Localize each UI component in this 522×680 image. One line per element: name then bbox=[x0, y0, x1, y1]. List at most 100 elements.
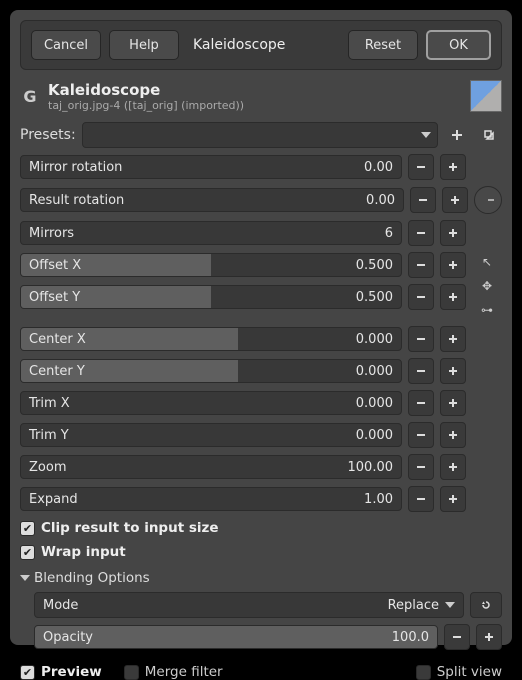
trim-x-increment[interactable] bbox=[440, 390, 466, 416]
center-x-increment[interactable] bbox=[440, 326, 466, 352]
center-x-row: Center X0.000 bbox=[20, 326, 502, 352]
chevron-down-icon bbox=[421, 132, 431, 138]
mode-reset-button[interactable] bbox=[470, 592, 502, 618]
zoom-value: 100.00 bbox=[348, 460, 402, 475]
chevron-down-icon bbox=[445, 602, 455, 608]
center-y-slider[interactable]: Center Y0.000 bbox=[20, 359, 402, 383]
footer: ✔ Preview ✔ Merge filter ✔ Split view bbox=[20, 664, 502, 680]
presets-row: Presets: bbox=[20, 122, 502, 148]
chain-link-icon[interactable]: ⊶ bbox=[476, 300, 498, 320]
offset-y-increment[interactable] bbox=[440, 284, 466, 310]
trim-x-label: Trim X bbox=[21, 396, 70, 411]
mirrors-value: 6 bbox=[385, 226, 401, 241]
expand-row: Expand 1.00 bbox=[20, 486, 502, 512]
preset-manage-button[interactable] bbox=[476, 122, 502, 148]
dialog-button-bar: Cancel Help Kaleidoscope Reset OK bbox=[20, 20, 502, 70]
mirror-rotation-increment[interactable] bbox=[440, 154, 466, 180]
offset-group: Offset X0.500 Offset Y0.500 ↖ ✥ ⊶ bbox=[20, 252, 502, 320]
offset-y-slider[interactable]: Offset Y0.500 bbox=[20, 285, 402, 309]
merge-filter-label: Merge filter bbox=[145, 664, 223, 680]
preview-checkbox[interactable]: ✔ bbox=[20, 665, 35, 680]
center-y-value: 0.000 bbox=[356, 364, 401, 379]
presets-combo[interactable] bbox=[82, 122, 438, 148]
trim-x-slider[interactable]: Trim X0.000 bbox=[20, 391, 402, 415]
opacity-decrement[interactable] bbox=[444, 624, 470, 650]
expand-decrement[interactable] bbox=[408, 486, 434, 512]
expand-slider[interactable]: Expand 1.00 bbox=[20, 487, 402, 511]
result-rotation-slider[interactable]: Result rotation 0.00 bbox=[20, 188, 404, 212]
opacity-value: 100.0 bbox=[392, 630, 437, 645]
zoom-increment[interactable] bbox=[440, 454, 466, 480]
clip-check-row: ✔ Clip result to input size bbox=[20, 520, 502, 536]
offset-y-row: Offset Y0.500 bbox=[20, 284, 466, 310]
center-x-decrement[interactable] bbox=[408, 326, 434, 352]
dialog-title: Kaleidoscope bbox=[187, 30, 340, 60]
opacity-increment[interactable] bbox=[476, 624, 502, 650]
zoom-decrement[interactable] bbox=[408, 454, 434, 480]
offset-x-decrement[interactable] bbox=[408, 252, 434, 278]
mirrors-increment[interactable] bbox=[440, 220, 466, 246]
expand-increment[interactable] bbox=[440, 486, 466, 512]
help-button[interactable]: Help bbox=[109, 30, 179, 60]
opacity-label: Opacity bbox=[35, 630, 93, 645]
result-rotation-value: 0.00 bbox=[366, 193, 403, 208]
blending-header-label: Blending Options bbox=[34, 570, 150, 586]
wrap-checkbox[interactable]: ✔ bbox=[20, 545, 35, 560]
trim-y-decrement[interactable] bbox=[408, 422, 434, 448]
result-rotation-increment[interactable] bbox=[442, 187, 468, 213]
offset-picker-column: ↖ ✥ ⊶ bbox=[472, 252, 502, 320]
mirrors-label: Mirrors bbox=[21, 226, 74, 241]
picker-cursor-icon[interactable]: ↖ bbox=[476, 252, 498, 272]
mode-label: Mode bbox=[43, 598, 78, 613]
offset-x-label: Offset X bbox=[21, 258, 81, 273]
center-x-value: 0.000 bbox=[356, 332, 401, 347]
offset-x-increment[interactable] bbox=[440, 252, 466, 278]
mode-combo[interactable]: Mode Replace bbox=[34, 592, 464, 618]
mirrors-decrement[interactable] bbox=[408, 220, 434, 246]
wrap-check-row: ✔ Wrap input bbox=[20, 544, 502, 560]
preset-add-button[interactable] bbox=[444, 122, 470, 148]
center-y-decrement[interactable] bbox=[408, 358, 434, 384]
offset-y-value: 0.500 bbox=[356, 290, 401, 305]
center-x-slider[interactable]: Center X0.000 bbox=[20, 327, 402, 351]
zoom-row: Zoom100.00 bbox=[20, 454, 502, 480]
cancel-button[interactable]: Cancel bbox=[31, 30, 101, 60]
trim-y-increment[interactable] bbox=[440, 422, 466, 448]
reset-button[interactable]: Reset bbox=[348, 30, 418, 60]
split-view-checkbox[interactable]: ✔ bbox=[416, 665, 431, 680]
mirror-rotation-slider[interactable]: Mirror rotation 0.00 bbox=[20, 155, 402, 179]
filter-subtitle: taj_orig.jpg-4 ([taj_orig] (imported)) bbox=[48, 99, 244, 112]
trim-y-slider[interactable]: Trim Y0.000 bbox=[20, 423, 402, 447]
clip-checkbox[interactable]: ✔ bbox=[20, 521, 35, 536]
opacity-row: Opacity 100.0 bbox=[34, 624, 502, 650]
header-text: Kaleidoscope taj_orig.jpg-4 ([taj_orig] … bbox=[48, 81, 244, 112]
offset-y-decrement[interactable] bbox=[408, 284, 434, 310]
offset-x-slider[interactable]: Offset X0.500 bbox=[20, 253, 402, 277]
center-y-increment[interactable] bbox=[440, 358, 466, 384]
merge-filter-checkbox[interactable]: ✔ bbox=[124, 665, 139, 680]
mode-row: Mode Replace bbox=[34, 592, 502, 618]
expand-label: Expand bbox=[21, 492, 78, 507]
clip-label: Clip result to input size bbox=[41, 520, 219, 536]
preview-thumbnail[interactable] bbox=[470, 80, 502, 112]
angle-dial[interactable] bbox=[474, 186, 502, 214]
picker-crosshair-icon[interactable]: ✥ bbox=[476, 276, 498, 296]
expand-value: 1.00 bbox=[364, 492, 401, 507]
trim-x-decrement[interactable] bbox=[408, 390, 434, 416]
ok-button[interactable]: OK bbox=[426, 30, 491, 60]
zoom-slider[interactable]: Zoom100.00 bbox=[20, 455, 402, 479]
center-y-row: Center Y0.000 bbox=[20, 358, 502, 384]
split-view-label: Split view bbox=[437, 664, 502, 680]
expand-triangle-icon bbox=[20, 575, 30, 581]
mirror-rotation-decrement[interactable] bbox=[408, 154, 434, 180]
dialog-window: Cancel Help Kaleidoscope Reset OK G Kale… bbox=[10, 10, 512, 645]
filter-header: G Kaleidoscope taj_orig.jpg-4 ([taj_orig… bbox=[20, 80, 502, 112]
result-rotation-decrement[interactable] bbox=[410, 187, 436, 213]
mirrors-slider[interactable]: Mirrors 6 bbox=[20, 221, 402, 245]
mirror-rotation-label: Mirror rotation bbox=[21, 160, 122, 175]
blending-header[interactable]: Blending Options bbox=[20, 570, 502, 586]
opacity-slider[interactable]: Opacity 100.0 bbox=[34, 625, 438, 649]
trim-y-label: Trim Y bbox=[21, 428, 69, 443]
filter-name: Kaleidoscope bbox=[48, 81, 244, 99]
presets-label: Presets: bbox=[20, 127, 76, 143]
